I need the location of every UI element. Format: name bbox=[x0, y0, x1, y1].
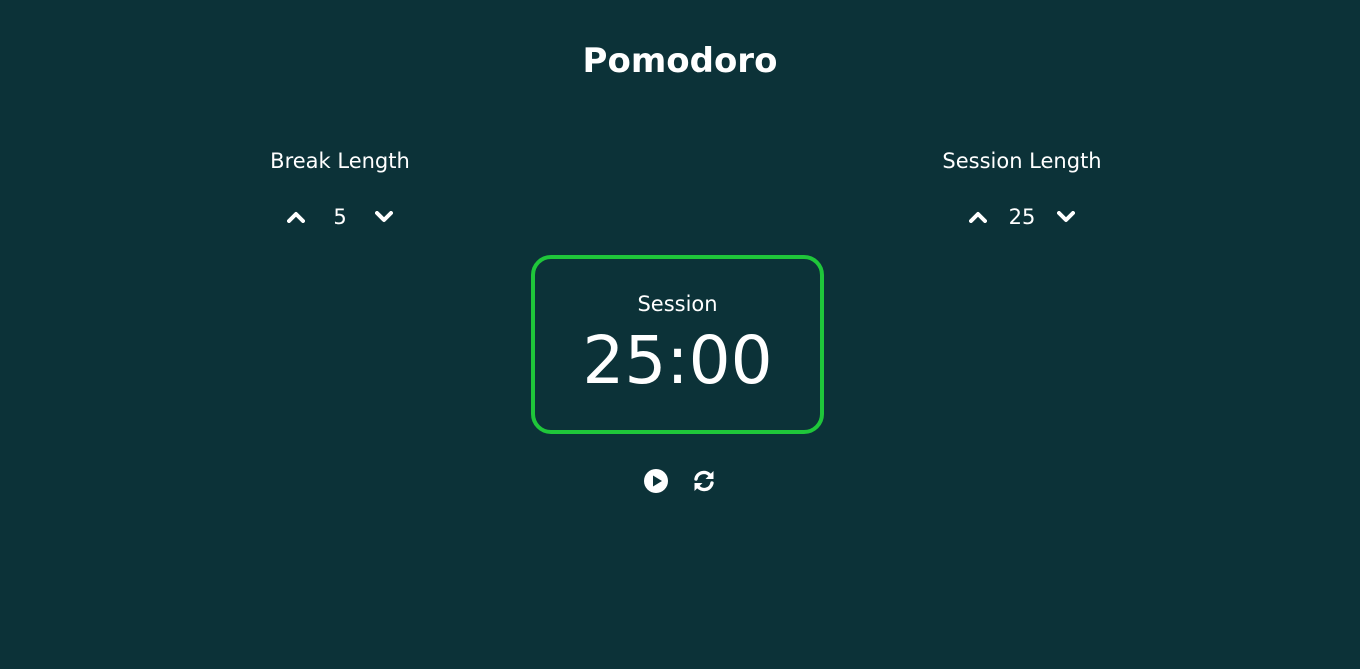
session-length-value: 25 bbox=[1008, 205, 1036, 229]
session-length-row: 25 bbox=[872, 202, 1172, 232]
timer-display: Session 25:00 bbox=[531, 255, 824, 434]
break-increment-button[interactable] bbox=[284, 205, 308, 229]
session-length-control: Session Length 25 bbox=[872, 146, 1172, 232]
break-length-row: 5 bbox=[190, 202, 490, 232]
playback-controls bbox=[0, 468, 1360, 494]
chevron-down-icon bbox=[375, 211, 393, 222]
break-length-value: 5 bbox=[333, 205, 347, 229]
timer-label: Session bbox=[637, 292, 718, 316]
chevron-down-icon bbox=[1057, 211, 1075, 222]
pomodoro-app: Pomodoro Break Length 5 Session Length 2… bbox=[0, 0, 1360, 669]
refresh-icon bbox=[694, 470, 714, 492]
chevron-up-icon bbox=[287, 212, 305, 223]
play-circle-icon bbox=[644, 469, 668, 493]
session-length-label: Session Length bbox=[942, 149, 1102, 173]
session-decrement-button[interactable] bbox=[1054, 205, 1078, 229]
break-length-control: Break Length 5 bbox=[190, 146, 490, 232]
reset-button[interactable] bbox=[691, 468, 717, 494]
chevron-up-icon bbox=[969, 212, 987, 223]
app-title: Pomodoro bbox=[582, 41, 778, 81]
timer-time: 25:00 bbox=[582, 322, 773, 399]
session-increment-button[interactable] bbox=[966, 205, 990, 229]
start-stop-button[interactable] bbox=[643, 468, 669, 494]
break-decrement-button[interactable] bbox=[372, 205, 396, 229]
break-length-label: Break Length bbox=[270, 149, 410, 173]
